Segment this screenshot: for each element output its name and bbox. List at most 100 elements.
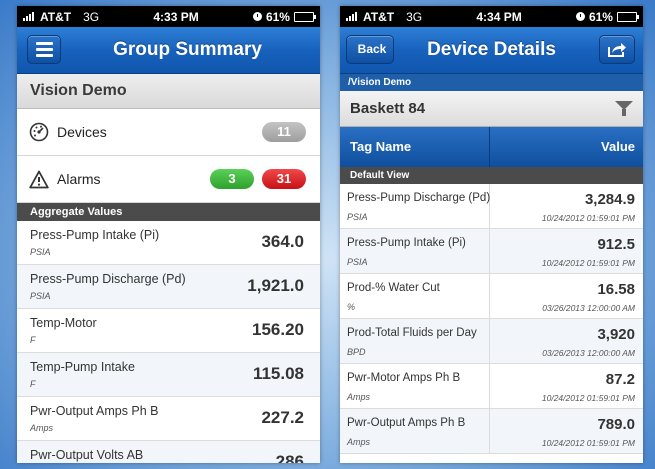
list-item[interactable]: Pwr-Output Volts AB 286	[17, 441, 320, 463]
value-name: Pwr-Output Volts AB	[30, 448, 144, 462]
tag-value: 87.2	[605, 371, 635, 388]
table-row[interactable]: Pwr-Output Amps Ph B Amps 789.0 10/24/2012 …	[340, 409, 643, 454]
tag-name: Press-Pump Discharge (Pd)	[347, 192, 491, 204]
section-header: Default View	[340, 167, 643, 184]
value-name: Press-Pump Intake (Pi)	[30, 228, 160, 242]
battery-icon	[293, 11, 316, 22]
menu-button[interactable]	[27, 35, 61, 64]
tag-value: 912.5	[597, 236, 635, 253]
status-time: 4:34 PM	[476, 9, 522, 24]
tag-timestamp: 10/24/2012 01:59:01 PM	[541, 393, 635, 403]
list-item[interactable]: Press-Pump Intake (Pi) PSIA 364.0	[17, 221, 320, 265]
list-item[interactable]: Press-Pump Discharge (Pd) PSIA 1,921.0	[17, 265, 320, 309]
carrier-label: AT&T	[363, 9, 395, 24]
column-value[interactable]: Value	[490, 127, 643, 167]
tag-cell: Press-Pump Discharge (Pd) PSIA	[340, 184, 490, 228]
tag-unit: PSIA	[347, 257, 368, 267]
carrier-label: AT&T	[40, 9, 72, 24]
tag-unit: Amps	[347, 437, 371, 447]
tag-cell: Pwr-Output Amps Ph B Amps	[340, 409, 490, 453]
breadcrumb[interactable]: /Vision Demo	[340, 74, 643, 91]
value-number: 156.20	[252, 320, 304, 339]
group-summary-screen: AT&T 3G 4:33 PM 61% Group Summary Vision…	[17, 6, 320, 463]
tag-timestamp: 10/24/2012 01:59:01 PM	[541, 213, 635, 223]
menu-icon	[35, 42, 53, 45]
signal-icon	[346, 12, 357, 21]
status-bar: AT&T 3G 4:33 PM 61%	[17, 6, 320, 27]
value-unit: Amps	[30, 423, 54, 433]
clock-icon	[575, 12, 585, 21]
page-title: Device Details	[427, 39, 556, 60]
gauge-icon	[29, 122, 49, 142]
tag-timestamp: 03/26/2013 12:00:00 AM	[542, 303, 635, 313]
back-button[interactable]: Back	[346, 35, 394, 64]
tag-name: Prod-Total Fluids per Day	[347, 327, 477, 339]
value-cell: 16.58 03/26/2013 12:00:00 AM	[490, 274, 643, 318]
list-item[interactable]: Temp-Motor F 156.20	[17, 309, 320, 353]
status-bar: AT&T 3G 4:34 PM 61%	[340, 6, 643, 27]
list-item[interactable]: Temp-Pump Intake F 115.08	[17, 353, 320, 397]
tag-name: Pwr-Output Amps Ph B	[347, 417, 466, 429]
value-name: Temp-Motor	[30, 316, 97, 330]
tag-unit: Amps	[347, 392, 371, 402]
value-cell: 87.2 10/24/2012 01:59:01 PM	[490, 364, 643, 408]
alarms-label: Alarms	[57, 171, 101, 187]
value-unit: F	[30, 379, 36, 389]
table-row[interactable]: Pwr-Motor Amps Ph B Amps 87.2 10/24/2012 01…	[340, 364, 643, 409]
network-label: 3G	[83, 9, 100, 24]
device-selector[interactable]: Baskett 84	[340, 91, 643, 127]
value-unit: F	[30, 335, 36, 345]
nav-bar: Back Device Details	[340, 27, 643, 74]
tag-value: 3,284.9	[584, 191, 635, 208]
value-number: 1,921.0	[247, 276, 304, 295]
tag-timestamp: 03/26/2013 12:00:00 AM	[542, 348, 635, 358]
alarms-red-badge: 31	[262, 169, 306, 189]
aggregate-list: Press-Pump Intake (Pi) PSIA 364.0 Press-Pum…	[17, 221, 320, 463]
tag-cell: Prod-% Water Cut%	[340, 274, 490, 318]
tag-cell: Prod-Total Fluids per Day BPD	[340, 319, 490, 363]
value-cell: 3,284.9 10/24/2012 01:59:01 PM	[490, 184, 643, 228]
tag-name: Prod-% Water Cut	[347, 282, 440, 294]
tag-value: 16.58	[597, 281, 635, 298]
value-number: 286	[275, 452, 304, 463]
table-row[interactable]: Prod-% Water Cut% 16.58 03/26/2013 12:00:0…	[340, 274, 643, 319]
tag-timestamp: 10/24/2012 01:59:01 PM	[541, 258, 635, 268]
tag-unit: %	[347, 302, 356, 312]
value-name: Temp-Pump Intake	[30, 360, 135, 374]
table-row[interactable]: Prod-Total Fluids per Day BPD 3,920 03/26/2…	[340, 319, 643, 364]
value-number: 227.2	[261, 408, 304, 427]
table-row[interactable]: Press-Pump Discharge (Pd) PSIA 3,284.9 10/2…	[340, 184, 643, 229]
value-unit: PSIA	[30, 291, 51, 301]
nav-bar: Group Summary	[17, 27, 320, 74]
tag-unit: BPD	[347, 347, 366, 357]
status-time: 4:33 PM	[153, 9, 199, 24]
devices-row[interactable]: Devices 11	[17, 109, 320, 156]
group-name: Vision Demo	[17, 74, 320, 109]
tag-unit: PSIA	[347, 212, 368, 222]
section-header: Aggregate Values	[17, 203, 320, 221]
share-icon	[608, 43, 626, 57]
battery-percent: 61%	[588, 9, 613, 24]
list-item[interactable]: Pwr-Output Amps Ph B Amps 227.2	[17, 397, 320, 441]
alarms-row[interactable]: Alarms 3 31	[17, 156, 320, 203]
page-title: Group Summary	[113, 39, 262, 60]
alarms-green-badge: 3	[210, 169, 254, 189]
table-row[interactable]: Press-Pump Intake (Pi) PSIA 912.5 10/24/201…	[340, 229, 643, 274]
value-unit: PSIA	[30, 247, 51, 257]
clock-icon	[252, 12, 262, 21]
value-name: Pwr-Output Amps Ph B	[30, 404, 159, 418]
devices-label: Devices	[57, 124, 107, 140]
value-cell: 789.0 10/24/2012 01:59:01 PM	[490, 409, 643, 453]
table-header: Tag Name Value	[340, 127, 643, 167]
column-tag-name[interactable]: Tag Name	[340, 127, 490, 167]
tag-name: Press-Pump Intake (Pi)	[347, 237, 466, 249]
battery-percent: 61%	[265, 9, 290, 24]
value-number: 115.08	[252, 364, 304, 383]
share-button[interactable]	[599, 35, 635, 64]
filter-icon[interactable]	[615, 101, 633, 116]
tag-cell: Press-Pump Intake (Pi) PSIA	[340, 229, 490, 273]
tag-timestamp: 10/24/2012 01:59:01 PM	[541, 438, 635, 448]
device-name: Baskett 84	[350, 100, 426, 117]
value-name: Press-Pump Discharge (Pd)	[30, 272, 186, 286]
value-number: 364.0	[261, 232, 304, 251]
